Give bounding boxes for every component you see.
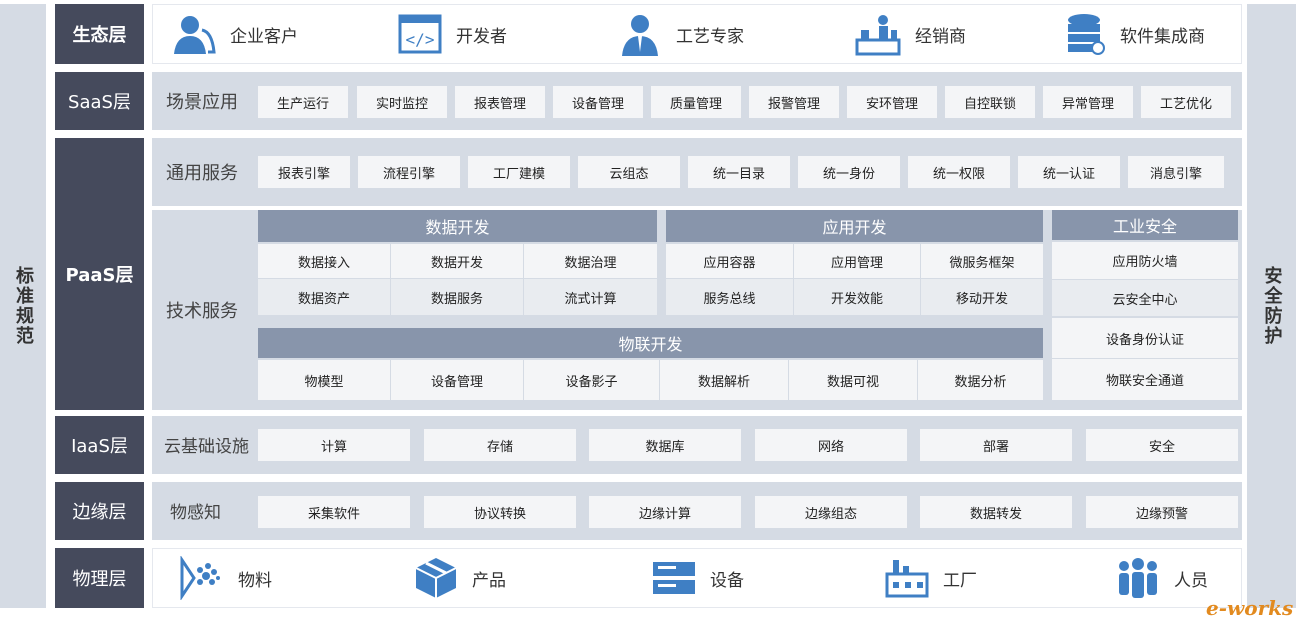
data-dev-cell: 数据服务 — [391, 279, 523, 315]
iaas-item: 数据库 — [589, 429, 741, 461]
craft-expert-icon — [622, 15, 658, 56]
data-dev-header: 数据开发 — [258, 210, 657, 242]
saas-item: 安环管理 — [847, 86, 937, 118]
data-dev-cell: 数据开发 — [391, 244, 523, 278]
svg-text:</>: </> — [406, 30, 435, 49]
saas-item: 报警管理 — [749, 86, 839, 118]
eco-distributor: 经销商 — [855, 10, 966, 58]
ecosystem-layer-label: 生态层 — [55, 4, 144, 64]
iot-dev-cell: 设备管理 — [391, 360, 523, 400]
general-services-label: 通用服务 — [166, 163, 238, 184]
general-service-item: 消息引擎 — [1128, 156, 1224, 188]
physical-factory: 工厂 — [885, 554, 977, 602]
saas-item: 质量管理 — [651, 86, 741, 118]
iaas-item: 部署 — [920, 429, 1072, 461]
standards-sidebar: 标准规范 — [0, 4, 46, 608]
tech-services-label: 技术服务 — [166, 301, 238, 322]
iaas-item: 安全 — [1086, 429, 1238, 461]
iot-dev-header: 物联开发 — [258, 328, 1043, 358]
paas-layer-label: PaaS层 — [55, 138, 144, 410]
saas-item: 自控联锁 — [945, 86, 1035, 118]
physical-material: 物料 — [180, 554, 272, 602]
eco-craft-expert: 工艺专家 — [618, 10, 744, 58]
standards-label: 标准规范 — [13, 266, 34, 346]
saas-item: 实时监控 — [357, 86, 447, 118]
saas-layer-label: SaaS层 — [55, 72, 144, 130]
physical-people: 人员 — [1116, 554, 1208, 602]
edge-item: 边缘计算 — [589, 496, 741, 528]
app-dev-cell: 应用容器 — [666, 244, 793, 278]
distributor-icon — [855, 15, 901, 56]
general-service-item: 报表引擎 — [258, 156, 350, 188]
data-dev-cell: 流式计算 — [524, 279, 657, 315]
security-item: 物联安全通道 — [1052, 359, 1238, 400]
iot-dev-cell: 数据分析 — [918, 360, 1043, 400]
saas-item: 工艺优化 — [1141, 86, 1231, 118]
physical-equipment: 设备 — [652, 554, 744, 602]
industrial-security-header: 工业安全 — [1052, 210, 1238, 240]
enterprise-customer-icon — [174, 16, 216, 54]
edge-layer-label: 边缘层 — [55, 482, 144, 540]
general-service-item: 统一目录 — [688, 156, 790, 188]
iot-dev-cell: 数据可视 — [789, 360, 917, 400]
iot-dev-cell: 设备影子 — [524, 360, 659, 400]
security-protection-label: 安全防护 — [1261, 266, 1283, 346]
edge-item: 采集软件 — [258, 496, 410, 528]
iaas-row-label: 云基础设施 — [164, 436, 249, 457]
general-service-item: 流程引擎 — [358, 156, 460, 188]
general-service-item: 统一身份 — [798, 156, 900, 188]
material-icon — [180, 556, 220, 600]
data-dev-cell: 数据资产 — [258, 279, 390, 315]
iaas-layer-label: IaaS层 — [55, 416, 144, 474]
iot-dev-cell: 数据解析 — [660, 360, 788, 400]
edge-item: 边缘组态 — [755, 496, 907, 528]
general-service-item: 工厂建模 — [468, 156, 570, 188]
saas-item: 异常管理 — [1043, 86, 1133, 118]
security-item: 设备身份认证 — [1052, 318, 1238, 358]
edge-item: 数据转发 — [920, 496, 1072, 528]
general-service-item: 统一权限 — [908, 156, 1010, 188]
security-sidebar: 安全防护 — [1247, 4, 1296, 608]
app-dev-cell: 移动开发 — [921, 279, 1043, 315]
general-service-item: 云组态 — [578, 156, 680, 188]
product-box-icon — [415, 558, 457, 598]
iaas-item: 存储 — [424, 429, 576, 461]
data-dev-cell: 数据接入 — [258, 244, 390, 278]
security-item: 云安全中心 — [1052, 280, 1238, 316]
people-icon — [1119, 558, 1157, 598]
physical-product: 产品 — [414, 554, 506, 602]
data-dev-cell: 数据治理 — [524, 244, 657, 278]
saas-item: 设备管理 — [553, 86, 643, 118]
app-dev-header: 应用开发 — [666, 210, 1043, 242]
developer-code-icon: </> — [398, 14, 442, 54]
iaas-item: 网络 — [755, 429, 907, 461]
app-dev-cell: 应用管理 — [794, 244, 920, 278]
iaas-item: 计算 — [258, 429, 410, 461]
edge-item: 边缘预警 — [1086, 496, 1238, 528]
eworks-logo: e-works — [1206, 596, 1294, 620]
eco-developer: </> 开发者 — [398, 10, 507, 58]
general-service-item: 统一认证 — [1018, 156, 1120, 188]
saas-item: 生产运行 — [258, 86, 348, 118]
app-dev-cell: 微服务框架 — [921, 244, 1043, 278]
edge-item: 协议转换 — [424, 496, 576, 528]
eco-enterprise-customer: 企业客户 — [172, 10, 298, 58]
database-integrator-icon — [1068, 14, 1105, 55]
app-dev-cell: 服务总线 — [666, 279, 793, 315]
eco-software-integrator: 软件集成商 — [1066, 10, 1205, 58]
iot-dev-cell: 物模型 — [258, 360, 390, 400]
security-item: 应用防火墙 — [1052, 242, 1238, 279]
factory-icon — [885, 560, 929, 598]
saas-row-label: 场景应用 — [166, 92, 238, 113]
physical-layer-label: 物理层 — [55, 548, 144, 608]
saas-item: 报表管理 — [455, 86, 545, 118]
edge-row-label: 物感知 — [170, 502, 221, 523]
equipment-icon — [653, 562, 695, 594]
app-dev-cell: 开发效能 — [794, 279, 920, 315]
